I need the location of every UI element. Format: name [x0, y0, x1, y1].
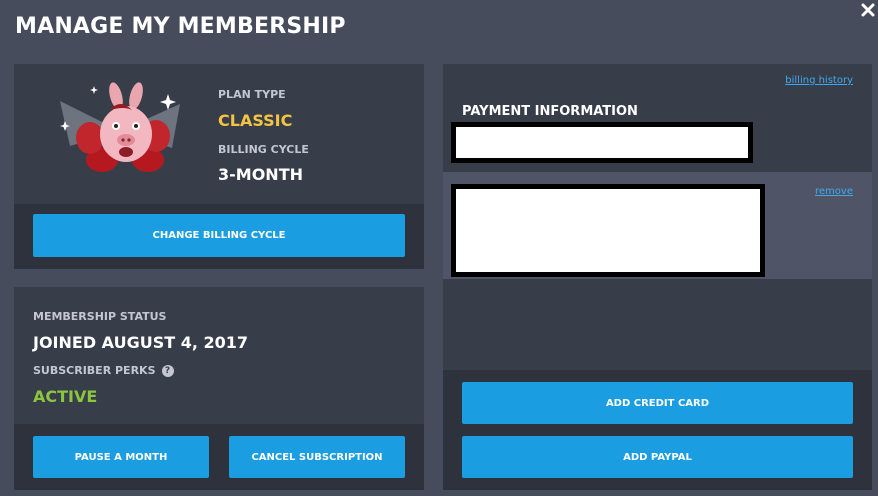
- membership-status-label: MEMBERSHIP STATUS: [33, 310, 167, 323]
- subscriber-perks-text: SUBSCRIBER PERKS: [33, 364, 156, 377]
- plan-type-label: PLAN TYPE: [218, 88, 286, 101]
- payment-method-row: remove: [443, 172, 872, 279]
- payment-panel-footer: ADD CREDIT CARD ADD PAYPAL: [443, 370, 872, 490]
- add-credit-card-button[interactable]: ADD CREDIT CARD: [462, 382, 853, 424]
- add-paypal-button[interactable]: ADD PAYPAL: [462, 436, 853, 478]
- page-title: MANAGE MY MEMBERSHIP: [15, 14, 346, 39]
- cancel-subscription-button[interactable]: CANCEL SUBSCRIPTION: [229, 436, 405, 478]
- payment-method-redacted: [451, 184, 765, 277]
- billing-cycle-label: BILLING CYCLE: [218, 143, 309, 156]
- plan-type-value: CLASSIC: [218, 111, 293, 130]
- pig-mascot-illustration: [50, 76, 190, 184]
- payment-panel: billing history PAYMENT INFORMATION remo…: [443, 64, 872, 490]
- subscriber-perks-label: SUBSCRIBER PERKS ?: [33, 364, 174, 377]
- payment-info-redacted: [451, 122, 753, 163]
- joined-date: JOINED AUGUST 4, 2017: [33, 333, 249, 352]
- remove-link[interactable]: remove: [815, 186, 853, 197]
- billing-history-link[interactable]: billing history: [785, 75, 853, 86]
- membership-panel: MEMBERSHIP STATUS JOINED AUGUST 4, 2017 …: [14, 287, 424, 490]
- perks-status: ACTIVE: [33, 387, 98, 406]
- change-billing-cycle-button[interactable]: CHANGE BILLING CYCLE: [33, 214, 405, 257]
- help-icon[interactable]: ?: [161, 364, 174, 377]
- plan-panel: PLAN TYPE CLASSIC BILLING CYCLE 3-MONTH …: [14, 64, 424, 269]
- close-icon[interactable]: [860, 2, 876, 18]
- pause-month-button[interactable]: PAUSE A MONTH: [33, 436, 209, 478]
- membership-panel-footer: PAUSE A MONTH CANCEL SUBSCRIPTION: [14, 424, 424, 490]
- billing-cycle-value: 3-MONTH: [218, 165, 303, 184]
- payment-information-title: PAYMENT INFORMATION: [462, 104, 638, 119]
- plan-panel-footer: CHANGE BILLING CYCLE: [14, 204, 424, 269]
